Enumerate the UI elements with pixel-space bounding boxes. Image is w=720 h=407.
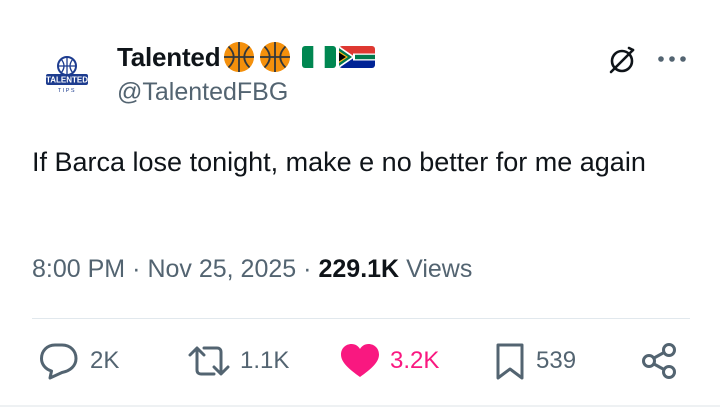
talented-tips-logo: TALENTED TIPS (35, 45, 99, 109)
meta-separator: · (303, 255, 312, 283)
grok-button[interactable] (604, 43, 640, 79)
nigeria-flag-icon (302, 46, 337, 68)
more-options-button[interactable] (654, 44, 690, 74)
tweet-card: TALENTED TIPS Talented @TalentedFBG If B… (0, 0, 720, 407)
share-button[interactable] (640, 340, 680, 382)
reply-button[interactable]: 2K (38, 340, 119, 382)
reply-icon (40, 343, 78, 380)
basketball-icon (260, 42, 291, 72)
more-icon (658, 56, 686, 62)
repost-count: 1.1K (240, 347, 290, 374)
divider (32, 318, 690, 319)
author-name-row[interactable]: Talented (117, 40, 376, 74)
grok-icon (609, 46, 635, 74)
display-name[interactable]: Talented (117, 42, 221, 73)
tweet-meta: 8:00 PM · Nov 25, 2025 · 229.1K Views (32, 255, 472, 284)
reply-count: 2K (90, 347, 120, 374)
south-africa-flag-icon (339, 46, 376, 68)
like-button[interactable]: 3.2K (340, 340, 439, 382)
like-count: 3.2K (390, 347, 440, 374)
basketball-icon (224, 42, 255, 72)
svg-text:TALENTED: TALENTED (46, 76, 88, 85)
share-icon (642, 343, 676, 379)
views-label[interactable]: Views (406, 255, 472, 284)
repost-icon (188, 346, 230, 376)
tweet-time[interactable]: 8:00 PM (32, 255, 125, 284)
bookmark-icon (496, 343, 524, 380)
bookmark-count: 539 (536, 347, 577, 374)
avatar[interactable]: TALENTED TIPS (32, 42, 102, 112)
views-count[interactable]: 229.1K (318, 255, 399, 284)
bookmark-button[interactable]: 539 (494, 340, 576, 382)
author-handle[interactable]: @TalentedFBG (117, 78, 288, 107)
repost-button[interactable]: 1.1K (188, 340, 289, 382)
tweet-date[interactable]: Nov 25, 2025 (147, 255, 296, 284)
like-icon (341, 344, 379, 377)
tweet-text: If Barca lose tonight, make e no better … (32, 147, 646, 177)
name-emojis (222, 40, 376, 74)
meta-separator: · (132, 255, 141, 283)
svg-text:TIPS: TIPS (58, 88, 76, 94)
